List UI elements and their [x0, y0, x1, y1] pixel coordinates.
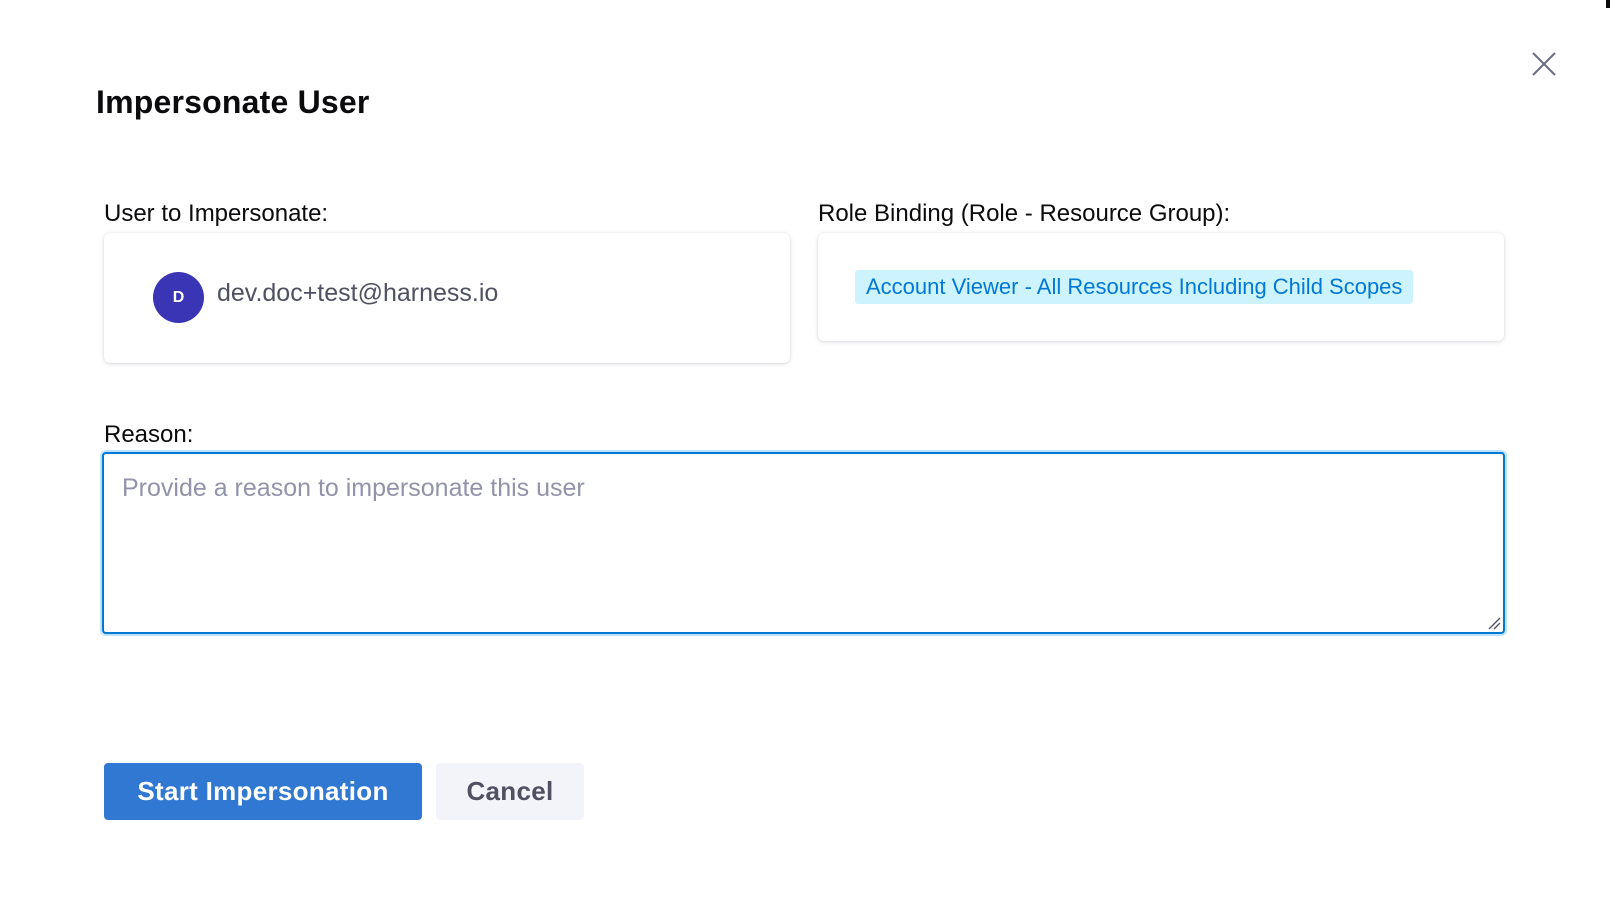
reason-label: Reason:: [104, 421, 194, 448]
corner-mark: [1606, 0, 1610, 8]
user-to-impersonate-label: User to Impersonate:: [104, 200, 329, 227]
dialog-title: Impersonate User: [96, 84, 370, 120]
user-email: dev.doc+test@harness.io: [217, 279, 499, 307]
cancel-button[interactable]: Cancel: [436, 763, 584, 820]
role-binding-tag: Account Viewer - All Resources Including…: [855, 270, 1414, 304]
avatar: D: [153, 272, 204, 323]
user-card: D dev.doc+test@harness.io: [104, 233, 790, 363]
role-binding-card: Account Viewer - All Resources Including…: [818, 233, 1504, 341]
resize-handle-icon[interactable]: [1487, 616, 1501, 630]
start-impersonation-button[interactable]: Start Impersonation: [104, 763, 422, 820]
impersonate-user-dialog: Impersonate User User to Impersonate: D …: [0, 0, 1610, 902]
close-icon: [1532, 52, 1556, 76]
role-binding-label: Role Binding (Role - Resource Group):: [818, 200, 1231, 227]
close-button[interactable]: [1528, 48, 1560, 80]
reason-textarea[interactable]: [102, 452, 1505, 634]
